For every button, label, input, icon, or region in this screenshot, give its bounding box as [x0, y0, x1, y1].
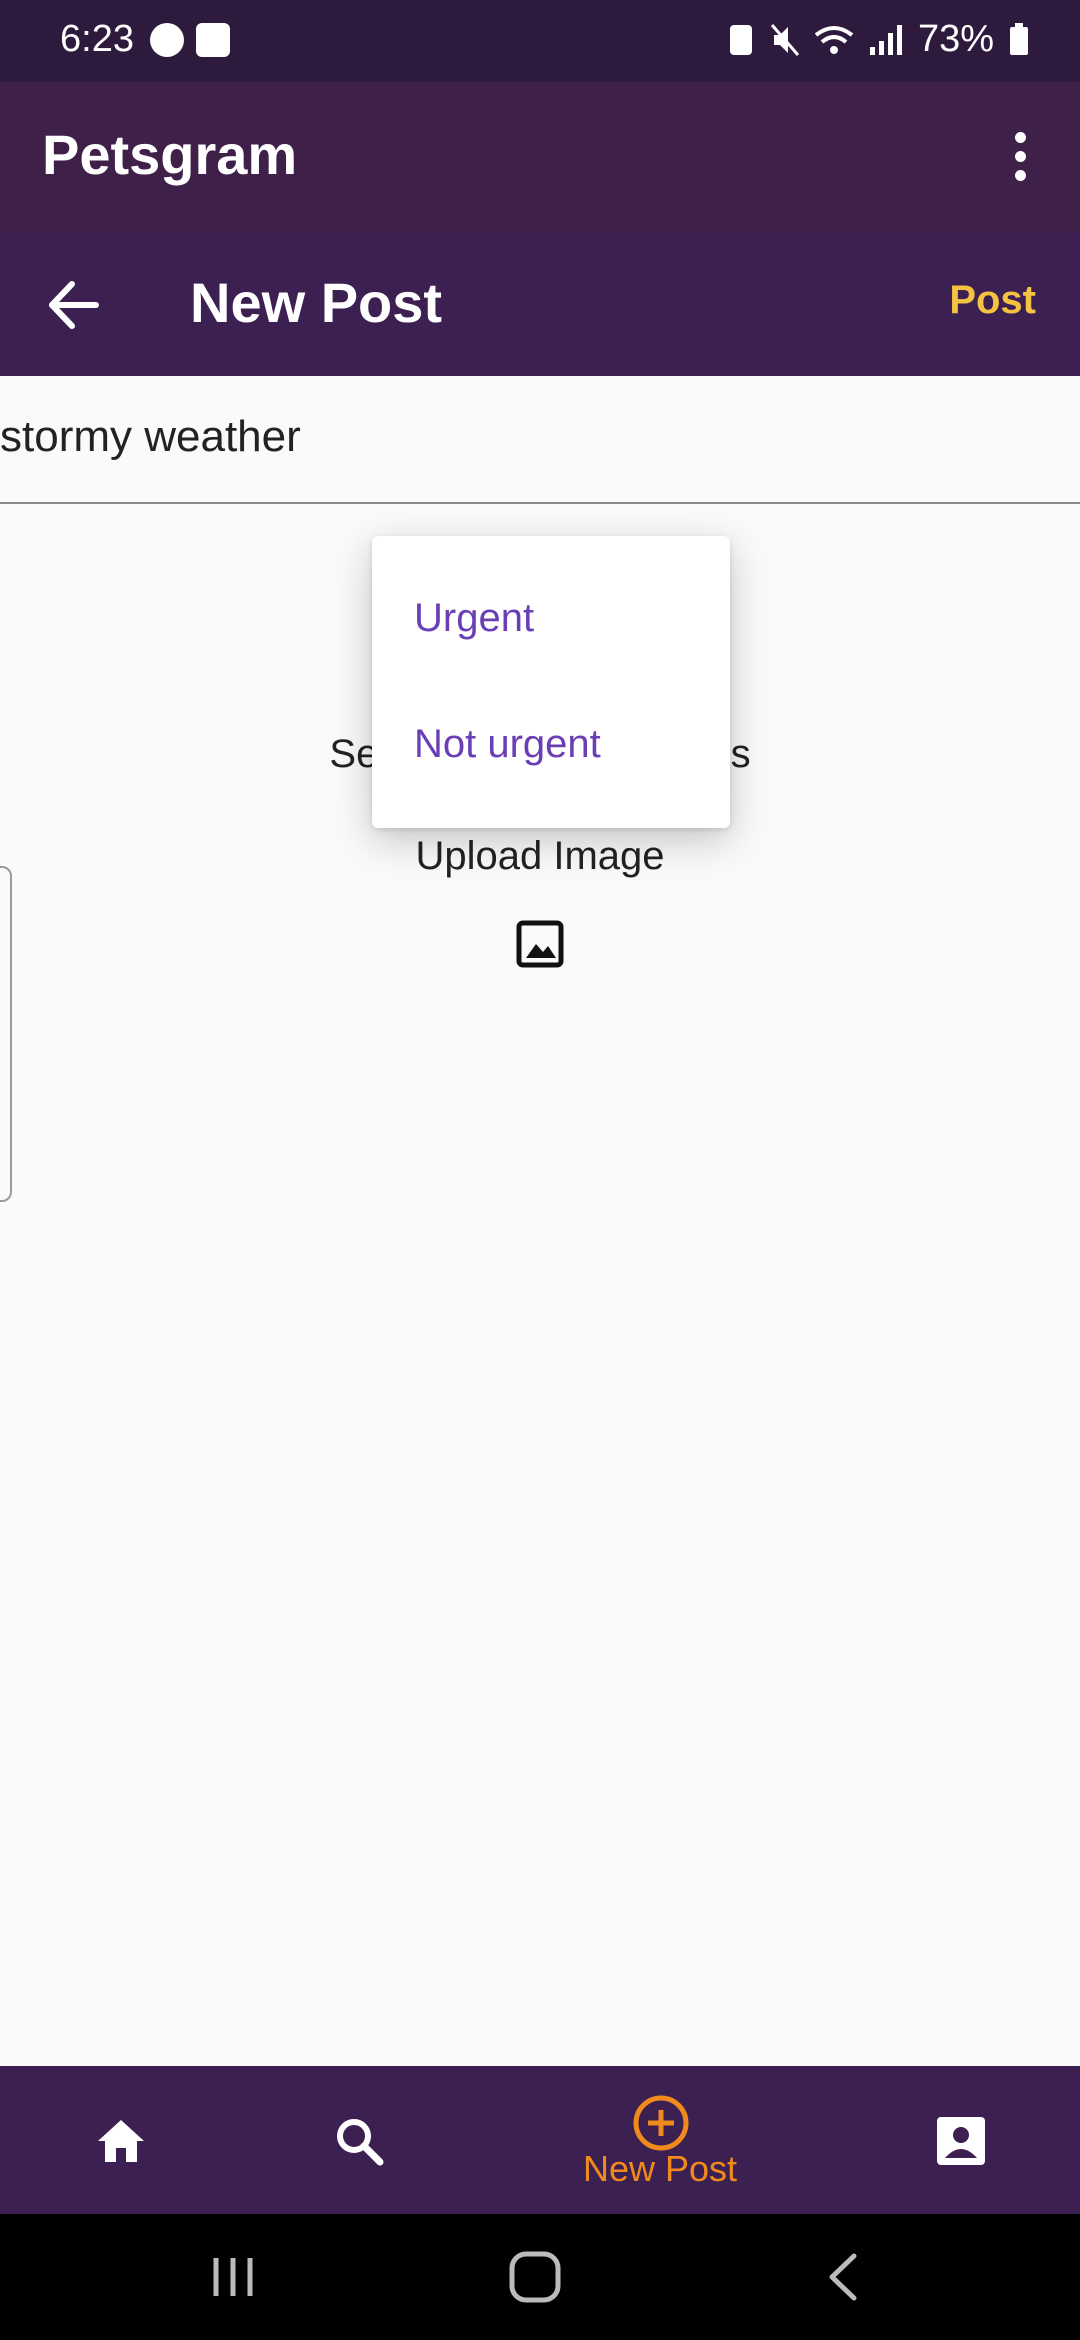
bottom-navigation: New Post — [0, 2066, 1080, 2214]
status-bar: 6:23 73% — [0, 0, 1080, 82]
search-icon — [337, 2119, 384, 2166]
app-title: Petsgram — [42, 123, 298, 186]
nav-item-search[interactable] — [318, 2066, 398, 2214]
upload-image-label: Upload Image — [415, 834, 665, 878]
home-icon — [98, 2120, 144, 2162]
side-card — [0, 866, 12, 1202]
notification-app-icon — [196, 23, 230, 57]
back-arrow-icon[interactable] — [40, 270, 110, 340]
status-icons: 73% — [726, 18, 1030, 61]
battery-charging-icon — [1010, 22, 1028, 55]
image-icon[interactable] — [516, 920, 564, 968]
dropdown-option-not-urgent[interactable]: Not urgent — [414, 722, 601, 767]
system-back-icon[interactable] — [808, 2244, 878, 2310]
battery-percent: 73% — [917, 18, 994, 60]
home-button-icon[interactable] — [500, 2244, 570, 2310]
app-bar: Petsgram — [0, 82, 1080, 232]
nav-item-profile[interactable] — [920, 2066, 1000, 2214]
post-button[interactable]: Post — [949, 278, 1036, 323]
system-navigation-bar — [0, 2214, 1080, 2340]
nav-item-new-post[interactable]: New Post — [560, 2066, 760, 2214]
nav-item-home[interactable] — [80, 2066, 160, 2214]
caption-input[interactable]: stormy weather — [0, 376, 1080, 504]
signal-icon — [869, 24, 902, 55]
caption-input-value: stormy weather — [0, 412, 301, 461]
add-circle-icon — [633, 2095, 689, 2151]
recents-icon[interactable] — [198, 2244, 268, 2310]
page-title: New Post — [190, 271, 443, 334]
urgency-dropdown-menu: Urgent Not urgent — [372, 536, 730, 828]
nav-label-new-post: New Post — [582, 2148, 738, 2189]
status-time: 6:23 — [60, 18, 134, 60]
dropdown-option-urgent[interactable]: Urgent — [414, 596, 534, 641]
wifi-icon — [814, 25, 854, 54]
battery-saver-icon — [729, 24, 752, 55]
new-post-toolbar: New Post Post — [0, 232, 1080, 376]
messenger-icon — [150, 23, 184, 57]
profile-icon — [937, 2117, 985, 2165]
mute-icon — [770, 23, 800, 56]
overflow-menu-icon[interactable] — [1000, 132, 1040, 192]
